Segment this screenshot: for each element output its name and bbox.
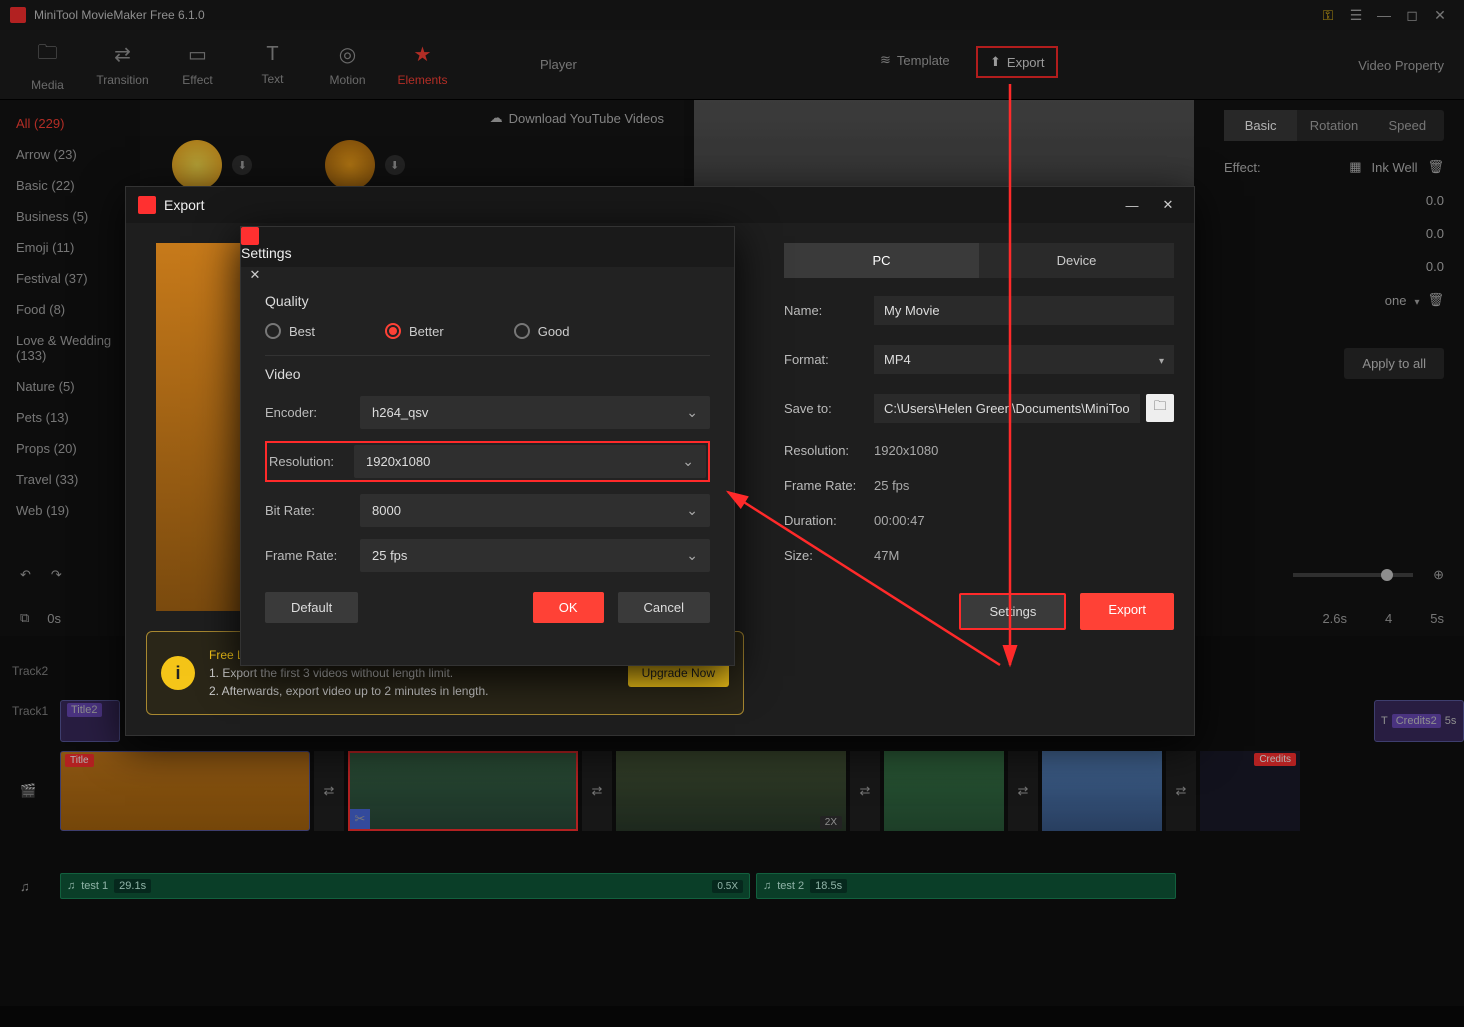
cancel-button[interactable]: Cancel [618, 592, 710, 623]
resolution-label: Resolution: [269, 454, 354, 469]
close-button[interactable]: ✕ [1154, 191, 1182, 219]
saveto-input[interactable] [874, 394, 1140, 423]
size-label: Size: [784, 548, 874, 563]
format-select[interactable]: MP4 [874, 345, 1174, 374]
name-label: Name: [784, 303, 874, 318]
name-input[interactable] [874, 296, 1174, 325]
resolution-value: 1920x1080 [874, 443, 938, 458]
info-icon: i [161, 656, 195, 690]
size-value: 47M [874, 548, 899, 563]
quality-best-radio[interactable]: Best [265, 323, 315, 339]
folder-icon: 🗀 [1153, 397, 1166, 419]
bitrate-label: Bit Rate: [265, 503, 360, 518]
format-label: Format: [784, 352, 874, 367]
chevron-down-icon [682, 453, 694, 470]
duration-label: Duration: [784, 513, 874, 528]
resolution-label: Resolution: [784, 443, 874, 458]
quality-better-label: Better [409, 324, 444, 339]
settings-dialog-title: Settings [241, 245, 734, 261]
quality-better-radio[interactable]: Better [385, 323, 444, 339]
app-logo [138, 196, 156, 214]
tab-device[interactable]: Device [979, 243, 1174, 278]
quality-best-label: Best [289, 324, 315, 339]
quality-good-label: Good [538, 324, 570, 339]
video-section-label: Video [265, 366, 710, 382]
chevron-down-icon [686, 502, 698, 519]
framerate-label: Frame Rate: [784, 478, 874, 493]
export-dialog-title: Export [164, 197, 1110, 213]
encoder-value: h264_qsv [372, 405, 428, 420]
chevron-down-icon [686, 547, 698, 564]
encoder-label: Encoder: [265, 405, 360, 420]
quality-good-radio[interactable]: Good [514, 323, 570, 339]
ok-button[interactable]: OK [533, 592, 604, 623]
framerate-select[interactable]: 25 fps [360, 539, 710, 572]
app-logo [241, 227, 259, 245]
settings-dialog: Settings ✕ Quality Best Better Good Vide… [240, 226, 735, 666]
promo-line2: 2. Afterwards, export video up to 2 minu… [209, 682, 614, 700]
browse-folder-button[interactable]: 🗀 [1146, 394, 1174, 422]
duration-value: 00:00:47 [874, 513, 925, 528]
export-confirm-button[interactable]: Export [1080, 593, 1174, 630]
bitrate-select[interactable]: 8000 [360, 494, 710, 527]
framerate-label: Frame Rate: [265, 548, 360, 563]
quality-section-label: Quality [265, 293, 710, 309]
settings-button[interactable]: Settings [959, 593, 1066, 630]
promo-line1: 1. Export the first 3 videos without len… [209, 664, 614, 682]
chevron-down-icon [686, 404, 698, 421]
chevron-down-icon [1159, 352, 1164, 367]
default-button[interactable]: Default [265, 592, 358, 623]
saveto-label: Save to: [784, 401, 874, 416]
tab-pc[interactable]: PC [784, 243, 979, 278]
format-value: MP4 [884, 352, 911, 367]
framerate-value: 25 fps [372, 548, 407, 563]
resolution-select[interactable]: 1920x1080 [354, 445, 706, 478]
framerate-value: 25 fps [874, 478, 909, 493]
encoder-select[interactable]: h264_qsv [360, 396, 710, 429]
bitrate-value: 8000 [372, 503, 401, 518]
resolution-value: 1920x1080 [366, 454, 430, 469]
minimize-button[interactable]: — [1118, 191, 1146, 219]
